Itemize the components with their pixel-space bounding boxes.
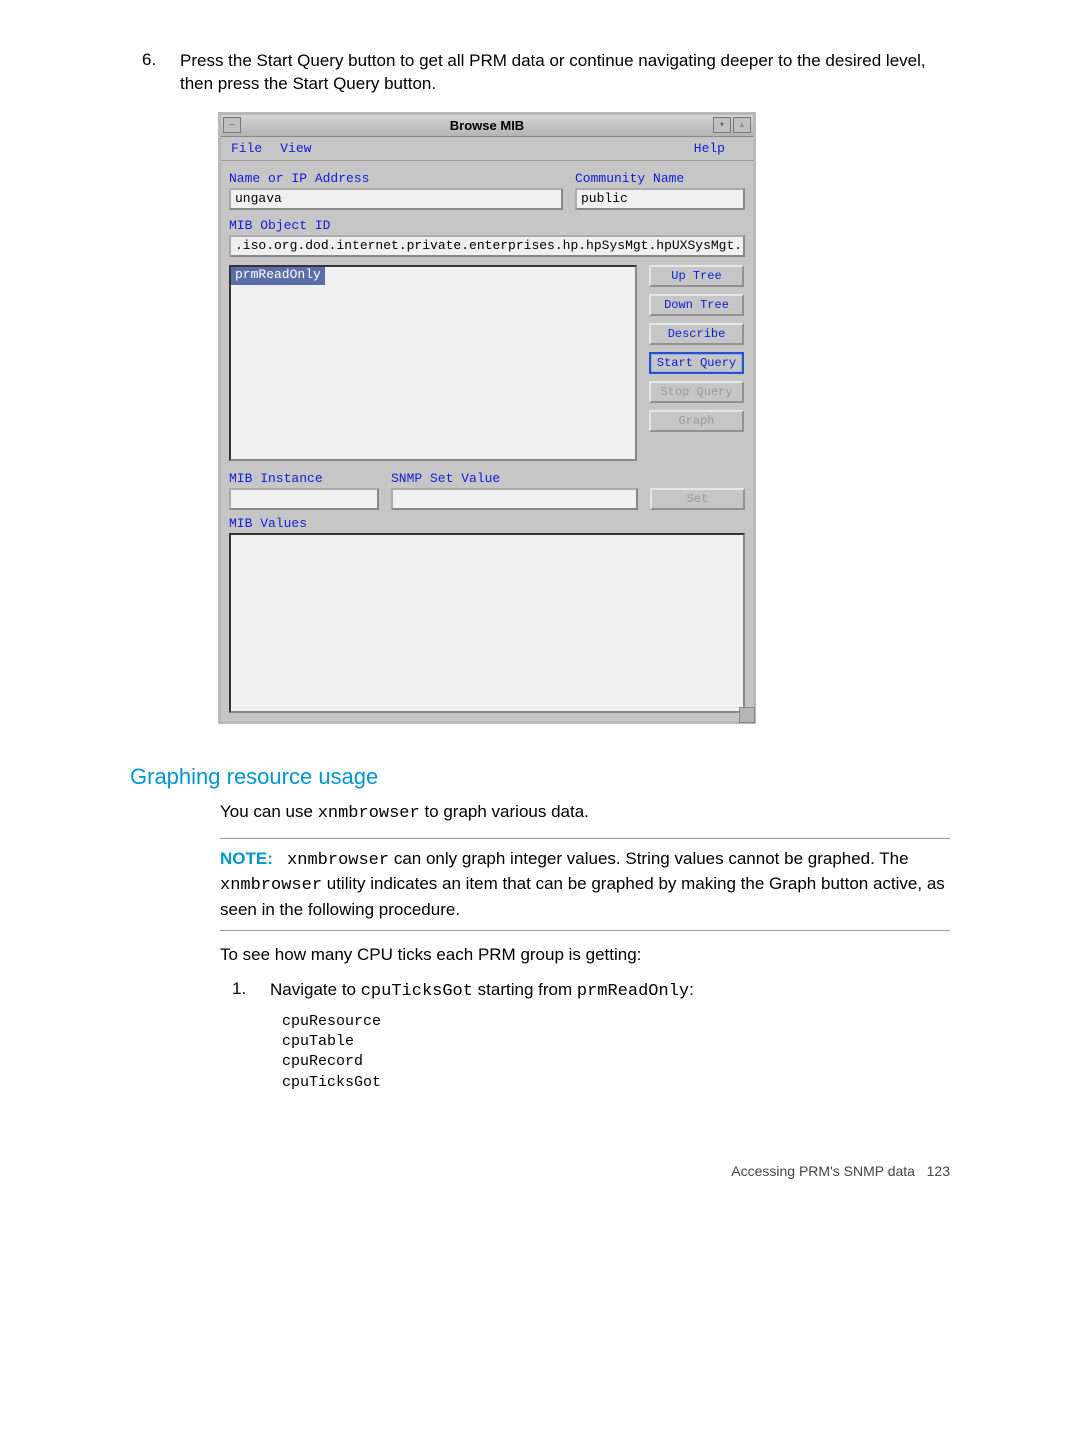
start-query-button[interactable]: Start Query bbox=[649, 352, 744, 374]
window-menu-glyph: — bbox=[229, 120, 234, 130]
note-body-a: can only graph integer values. String va… bbox=[389, 849, 908, 868]
window-menu-icon[interactable]: — bbox=[223, 117, 241, 133]
maximize-icon[interactable]: ▵ bbox=[733, 117, 751, 133]
section-heading: Graphing resource usage bbox=[130, 764, 950, 790]
object-list[interactable]: prmReadOnly bbox=[229, 265, 637, 461]
minimize-glyph: ▾ bbox=[719, 120, 724, 130]
step1-code1: cpuTicksGot bbox=[361, 982, 473, 1001]
step-6: 6. Press the Start Query button to get a… bbox=[130, 50, 950, 96]
menu-view[interactable]: View bbox=[280, 141, 311, 156]
note-code1: xnmbrowser bbox=[287, 851, 389, 870]
resize-grip-icon[interactable] bbox=[739, 707, 755, 723]
down-tree-label: Down Tree bbox=[664, 298, 729, 312]
community-value: public bbox=[581, 191, 628, 206]
step1-code2: prmReadOnly bbox=[577, 982, 689, 1001]
up-tree-label: Up Tree bbox=[671, 269, 721, 283]
label-mib-object: MIB Object ID bbox=[229, 218, 745, 233]
para-2: To see how many CPU ticks each PRM group… bbox=[130, 943, 950, 967]
note-body-b: utility indicates an item that can be gr… bbox=[220, 874, 945, 919]
mib-object-value: .iso.org.dod.internet.private.enterprise… bbox=[235, 238, 745, 253]
label-mib-instance: MIB Instance bbox=[229, 471, 379, 486]
step1-number: 1. bbox=[232, 979, 246, 999]
page-footer: Accessing PRM's SNMP data 123 bbox=[130, 1163, 950, 1179]
graph-label: Graph bbox=[678, 414, 714, 428]
label-snmp-set: SNMP Set Value bbox=[391, 471, 638, 486]
graph-button: Graph bbox=[649, 410, 744, 432]
start-query-label: Start Query bbox=[657, 356, 736, 370]
footer-page: 123 bbox=[927, 1163, 950, 1179]
set-button: Set bbox=[650, 488, 745, 510]
minimize-icon[interactable]: ▾ bbox=[713, 117, 731, 133]
name-ip-input[interactable]: ungava bbox=[229, 188, 563, 210]
note-box: NOTE: xnmbrowser can only graph integer … bbox=[220, 838, 950, 931]
set-label: Set bbox=[687, 492, 709, 506]
para1-a: You can use bbox=[220, 802, 318, 821]
para-1: You can use xnmbrowser to graph various … bbox=[130, 800, 950, 826]
step-number: 6. bbox=[142, 50, 156, 70]
describe-label: Describe bbox=[668, 327, 726, 341]
mib-instance-input[interactable] bbox=[229, 488, 379, 510]
note-label: NOTE: bbox=[220, 849, 273, 868]
browse-mib-window: — Browse MIB ▾ ▵ File View Help Name or … bbox=[218, 112, 756, 724]
step1-a: Navigate to bbox=[270, 980, 361, 999]
menubar: File View Help bbox=[221, 137, 753, 161]
mib-object-input[interactable]: .iso.org.dod.internet.private.enterprise… bbox=[229, 235, 745, 257]
step1-text: Navigate to cpuTicksGot starting from pr… bbox=[270, 979, 950, 1004]
stop-query-label: Stop Query bbox=[660, 385, 732, 399]
maximize-glyph: ▵ bbox=[739, 120, 744, 130]
para1-b: to graph various data. bbox=[420, 802, 589, 821]
describe-button[interactable]: Describe bbox=[649, 323, 744, 345]
label-community: Community Name bbox=[575, 171, 745, 186]
window-title: Browse MIB bbox=[450, 118, 524, 133]
label-name-ip: Name or IP Address bbox=[229, 171, 563, 186]
label-mib-values: MIB Values bbox=[229, 516, 745, 531]
para1-code: xnmbrowser bbox=[318, 804, 420, 823]
stop-query-button: Stop Query bbox=[649, 381, 744, 403]
step-text: Press the Start Query button to get all … bbox=[180, 50, 950, 96]
window-body: Name or IP Address ungava Community Name… bbox=[221, 161, 753, 721]
footer-text: Accessing PRM's SNMP data bbox=[731, 1163, 915, 1179]
down-tree-button[interactable]: Down Tree bbox=[649, 294, 744, 316]
community-input[interactable]: public bbox=[575, 188, 745, 210]
name-ip-value: ungava bbox=[235, 191, 282, 206]
titlebar: — Browse MIB ▾ ▵ bbox=[221, 115, 753, 137]
menu-help[interactable]: Help bbox=[694, 141, 725, 156]
note-code2: xnmbrowser bbox=[220, 876, 322, 895]
step1-b: starting from bbox=[473, 980, 577, 999]
snmp-set-input[interactable] bbox=[391, 488, 638, 510]
menu-file[interactable]: File bbox=[231, 141, 262, 156]
step1-sub: cpuResource cpuTable cpuRecord cpuTicksG… bbox=[270, 1012, 950, 1093]
list-item-prmreadonly[interactable]: prmReadOnly bbox=[231, 267, 325, 285]
mib-values-textarea[interactable] bbox=[229, 533, 745, 713]
up-tree-button[interactable]: Up Tree bbox=[649, 265, 744, 287]
step1-c: : bbox=[689, 980, 694, 999]
